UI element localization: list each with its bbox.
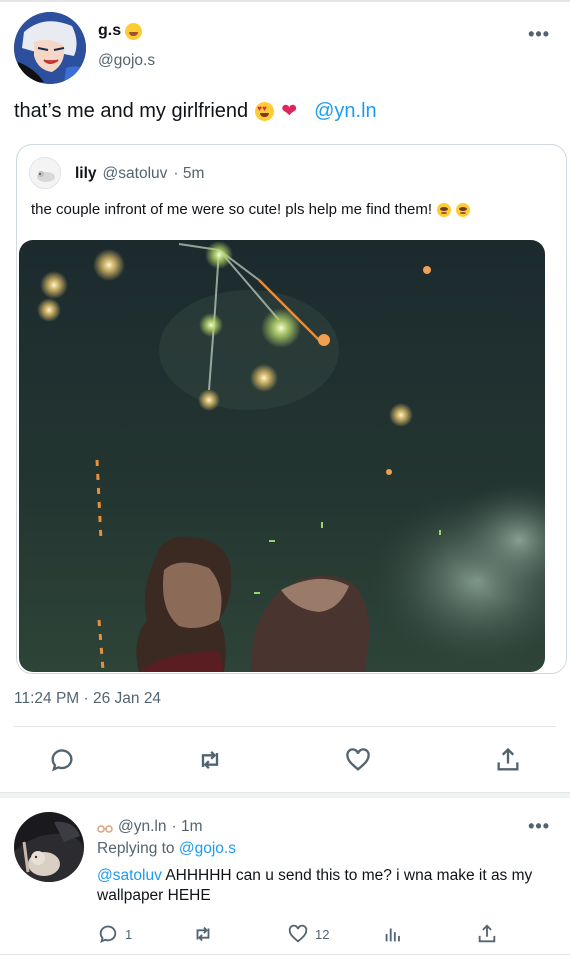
reply-time: · 1m bbox=[171, 818, 203, 835]
reply-body-text: AHHHHH can u send this to me? i wna make… bbox=[97, 867, 533, 904]
like-count: 12 bbox=[315, 926, 330, 942]
analytics-bars-icon bbox=[385, 928, 400, 942]
reply-count: 1 bbox=[125, 926, 133, 942]
reply-reply-button[interactable]: 1 bbox=[97, 920, 132, 948]
speech-bubble-icon bbox=[51, 749, 73, 772]
tweet-action-bar bbox=[0, 740, 570, 780]
reply-text: @satoluv AHHHHH can u send this to me? i… bbox=[97, 866, 547, 906]
section-separator bbox=[0, 792, 570, 798]
heart-icon bbox=[346, 748, 370, 771]
pleading-face-emoji-icon bbox=[437, 202, 452, 217]
quote-author-name[interactable]: lily bbox=[75, 165, 97, 183]
share-button[interactable] bbox=[488, 740, 528, 780]
replying-to-prefix: Replying to bbox=[97, 840, 175, 857]
fireworks-photo[interactable] bbox=[19, 240, 545, 672]
tweet-text: that’s me and my girlfriend ❤ @yn.ln bbox=[14, 100, 377, 123]
author-display-name[interactable]: g.s bbox=[98, 22, 121, 40]
author-handle[interactable]: @gojo.s bbox=[98, 52, 155, 70]
reply-retweet-button[interactable] bbox=[192, 920, 214, 948]
replying-to-line: Replying to @gojo.s bbox=[97, 840, 236, 858]
like-button[interactable] bbox=[338, 740, 378, 780]
speech-bubble-icon bbox=[99, 925, 117, 943]
reply-share-button[interactable] bbox=[476, 920, 498, 948]
reply-action-bar: 1 12 bbox=[0, 920, 570, 948]
more-options-button[interactable]: ••• bbox=[528, 24, 550, 45]
quote-body-text: the couple infront of me were so cute! p… bbox=[31, 201, 433, 218]
author-avatar[interactable] bbox=[14, 12, 86, 84]
tweet-body-text: that’s me and my girlfriend bbox=[14, 100, 249, 122]
reply-analytics-button[interactable] bbox=[382, 920, 404, 948]
divider bbox=[14, 726, 556, 727]
share-icon bbox=[497, 747, 519, 771]
replying-to-link[interactable]: @gojo.s bbox=[179, 840, 236, 857]
red-heart-emoji-icon: ❤ bbox=[281, 101, 298, 122]
heart-eyes-emoji-icon bbox=[255, 102, 275, 121]
retweet-icon bbox=[196, 926, 210, 942]
reply-like-button[interactable]: 12 bbox=[287, 920, 329, 948]
heart-icon bbox=[288, 924, 308, 943]
quote-author-handle[interactable]: @satoluv bbox=[103, 165, 168, 183]
quote-author-avatar[interactable] bbox=[29, 157, 61, 189]
bottom-border bbox=[0, 954, 570, 955]
retweet-button[interactable] bbox=[190, 740, 230, 780]
author-name-row: g.s bbox=[98, 22, 143, 40]
reply-author-avatar[interactable] bbox=[14, 812, 84, 882]
reply-button[interactable] bbox=[42, 740, 82, 780]
top-border bbox=[0, 0, 570, 2]
pleading-face-emoji-icon bbox=[456, 202, 471, 217]
reply-mention-link[interactable]: @satoluv bbox=[97, 867, 162, 884]
tweet-timestamp[interactable]: 11:24 PM · 26 Jan 24 bbox=[14, 690, 161, 708]
quote-text: the couple infront of me were so cute! p… bbox=[31, 201, 471, 218]
reply-header: @yn.ln · 1m bbox=[97, 818, 202, 836]
tongue-face-emoji-icon bbox=[125, 22, 143, 40]
reply-more-options-button[interactable]: ••• bbox=[528, 816, 550, 837]
retweet-icon bbox=[201, 751, 219, 769]
quoted-tweet-card[interactable]: lily @satoluv · 5m the couple infront of… bbox=[16, 144, 567, 674]
tweet-mention-link[interactable]: @yn.ln bbox=[314, 100, 377, 123]
share-icon bbox=[478, 924, 496, 943]
reply-author-handle[interactable]: @yn.ln bbox=[118, 818, 166, 836]
glasses-emoji-icon bbox=[97, 821, 113, 833]
quote-time: · 5m bbox=[173, 165, 205, 182]
quote-author-row: lily @satoluv · 5m bbox=[75, 165, 204, 183]
